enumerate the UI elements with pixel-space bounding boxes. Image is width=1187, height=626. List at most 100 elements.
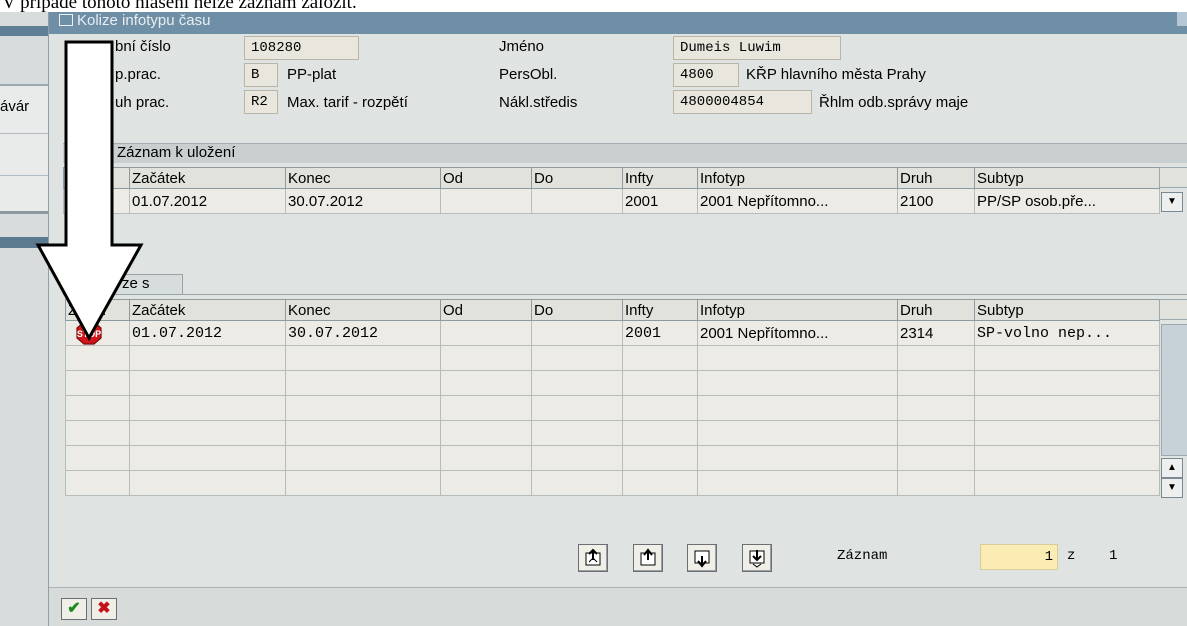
empty-cell: [974, 345, 1160, 371]
column-header[interactable]: Začátek: [129, 299, 286, 321]
empty-cell: [974, 445, 1160, 471]
empty-cell: [974, 470, 1160, 496]
table-header-corner: [1159, 299, 1187, 320]
scroll-up-button[interactable]: ▲: [1161, 458, 1183, 478]
empty-cell: [974, 395, 1160, 421]
dialog-footer: [49, 587, 1187, 626]
column-header[interactable]: Konec: [285, 299, 441, 321]
empty-cell: [285, 420, 441, 446]
cell-infty: 2001: [622, 320, 698, 346]
cost-center-code: 4800004854: [673, 90, 812, 114]
column-header[interactable]: Druh: [897, 167, 975, 189]
background-label: ávár: [0, 98, 30, 115]
employee-group-text: PP-plat: [287, 66, 337, 83]
column-header[interactable]: Do: [531, 167, 623, 189]
empty-cell: [531, 445, 623, 471]
column-header[interactable]: Infotyp: [697, 167, 898, 189]
empty-cell: [440, 445, 532, 471]
employee-group-label: p.prac.: [115, 66, 161, 83]
cell-druh: 2100: [897, 188, 975, 214]
table-row[interactable]: [65, 445, 1160, 471]
empty-cell: [897, 420, 975, 446]
cancel-button[interactable]: ✖: [91, 598, 117, 620]
empty-cell: [285, 370, 441, 396]
table-row[interactable]: [65, 470, 1160, 496]
scroll-down-button[interactable]: ▼: [1161, 192, 1183, 212]
empty-cell: [65, 395, 130, 421]
employee-kind-code: R2: [244, 90, 278, 114]
window-control-button[interactable]: [1177, 12, 1187, 26]
empty-cell: [129, 445, 286, 471]
last-record-button[interactable]: [742, 544, 772, 572]
collision-table: Zна... Začátek Konec Od Do Infty Infotyp Druh Su…: [65, 299, 1160, 496]
empty-cell: [697, 370, 898, 396]
empty-cell: [622, 470, 698, 496]
column-header[interactable]: Do: [531, 299, 623, 321]
svg-text:STOP: STOP: [77, 329, 101, 339]
table-row[interactable]: [65, 345, 1160, 371]
previous-record-button[interactable]: [633, 544, 663, 572]
cost-center-text: Řhlm odb.správy maje: [819, 94, 969, 111]
column-header[interactable]: Začátek: [129, 167, 286, 189]
first-record-icon: [585, 548, 601, 566]
cell-from: [440, 188, 532, 214]
scroll-down-button[interactable]: ▼: [1161, 478, 1183, 498]
next-record-button[interactable]: [687, 544, 717, 572]
empty-cell: [622, 420, 698, 446]
personnel-area-label: PersObl.: [499, 66, 558, 83]
empty-cell: [440, 395, 532, 421]
cell-to: [531, 320, 623, 346]
employee-group-code: B: [244, 63, 278, 87]
column-header[interactable]: Infotyp: [697, 299, 898, 321]
column-header[interactable]: Subtyp: [974, 299, 1160, 321]
empty-cell: [697, 395, 898, 421]
column-header[interactable]: Infty: [622, 167, 698, 189]
collision-tab[interactable]: ze s: [63, 274, 183, 294]
cell-end: 30.07.2012: [285, 320, 441, 346]
cell-infotyp: 2001 Nepřítomno...: [697, 188, 898, 214]
first-record-button[interactable]: [578, 544, 608, 572]
column-header[interactable]: Infty: [622, 299, 698, 321]
empty-cell: [285, 445, 441, 471]
personnel-area-code: 4800: [673, 63, 739, 87]
previous-record-icon: [640, 548, 656, 566]
column-header[interactable]: Konec: [285, 167, 441, 189]
stop-sign-icon: STOP: [76, 321, 102, 345]
empty-cell: [285, 395, 441, 421]
table-row[interactable]: 01.07.2012 30.07.2012 2001 2001 Nepřítomno.…: [63, 188, 1160, 214]
cell-to: [531, 188, 623, 214]
empty-cell: [65, 445, 130, 471]
employee-kind-label: uh prac.: [115, 94, 170, 111]
column-header[interactable]: [63, 167, 130, 189]
dialog-title-bar[interactable]: Kolize infotypu času: [49, 12, 1187, 34]
last-record-icon: [749, 550, 765, 568]
column-header[interactable]: Od: [440, 167, 532, 189]
confirm-button[interactable]: ✔: [61, 598, 87, 620]
empty-cell: [440, 420, 532, 446]
table-row[interactable]: STOP 01.07.2012 30.07.2012 2001 2001 Nepříto…: [65, 320, 1160, 346]
next-record-icon: [694, 550, 710, 568]
name-field: Dumeis Luwim: [673, 36, 841, 60]
check-icon: ✔: [67, 600, 81, 617]
table-row[interactable]: [65, 395, 1160, 421]
empty-cell: [65, 345, 130, 371]
record-of-label: z: [1067, 548, 1076, 564]
cost-center-label: Nákl.středis: [499, 94, 578, 111]
column-header[interactable]: Zна...: [65, 299, 130, 321]
cell-subtyp: SP-volno nep...: [974, 320, 1160, 346]
record-current-field[interactable]: 1: [980, 544, 1058, 570]
save-section-title: Záznam k uložení: [63, 143, 1187, 163]
cell-from: [440, 320, 532, 346]
column-header[interactable]: Druh: [897, 299, 975, 321]
table-row[interactable]: [65, 370, 1160, 396]
empty-cell: [974, 420, 1160, 446]
empty-cell: [129, 345, 286, 371]
column-header[interactable]: Subtyp: [974, 167, 1160, 189]
empty-cell: [697, 420, 898, 446]
empty-cell: [285, 345, 441, 371]
column-header[interactable]: Od: [440, 299, 532, 321]
vertical-scrollbar[interactable]: [1161, 324, 1187, 456]
table-row[interactable]: [65, 420, 1160, 446]
empty-cell: [897, 345, 975, 371]
empty-cell: [531, 370, 623, 396]
